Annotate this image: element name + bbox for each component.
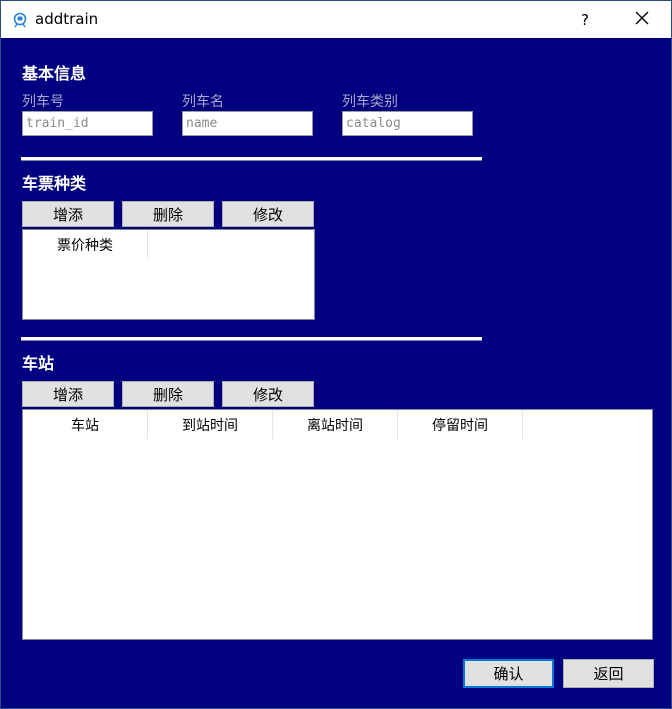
station-edit-button[interactable]: 修改: [222, 381, 314, 407]
ticket-types-header: 票价种类: [23, 230, 148, 259]
ticket-types-table[interactable]: 票价种类: [22, 229, 315, 320]
close-button[interactable]: [614, 1, 670, 38]
train-catalog-label: 列车类别: [342, 94, 398, 110]
window-title: addtrain: [35, 10, 99, 28]
basic-info-heading: 基本信息: [22, 64, 87, 83]
separator-1: [21, 157, 482, 160]
train-app-icon: [12, 12, 28, 28]
stations-header: 车站 到站时间 离站时间 停留时间: [23, 410, 523, 439]
help-button[interactable]: ?: [557, 1, 613, 38]
dialog-body: 基本信息 列车号 列车名 列车类别 车票种类 增添 删除 修改 票价种类 车站 …: [1, 38, 671, 708]
close-icon: [635, 11, 649, 29]
back-button[interactable]: 返回: [563, 659, 654, 688]
train-name-input[interactable]: [182, 111, 313, 136]
column-header-stop-time[interactable]: 停留时间: [398, 410, 523, 439]
help-icon: ?: [581, 10, 589, 29]
confirm-button[interactable]: 确认: [463, 659, 554, 688]
addtrain-dialog: addtrain ? 基本信息 列车号 列车名 列车类别 车票种类 增添 删除 …: [0, 0, 672, 709]
title-bar: addtrain ?: [1, 1, 671, 38]
train-catalog-input[interactable]: [342, 111, 473, 136]
separator-2: [21, 337, 482, 340]
column-header-arrival-time[interactable]: 到站时间: [148, 410, 273, 439]
train-id-label: 列车号: [22, 94, 64, 110]
station-delete-button[interactable]: 删除: [122, 381, 214, 407]
station-add-button[interactable]: 增添: [22, 381, 114, 407]
column-header-station[interactable]: 车站: [23, 410, 148, 439]
stations-heading: 车站: [22, 354, 55, 373]
train-name-label: 列车名: [182, 94, 224, 110]
column-header-departure-time[interactable]: 离站时间: [273, 410, 398, 439]
train-id-input[interactable]: [22, 111, 153, 136]
ticket-types-heading: 车票种类: [22, 174, 87, 193]
ticket-delete-button[interactable]: 删除: [122, 201, 214, 227]
column-header-fare-type[interactable]: 票价种类: [23, 230, 148, 259]
ticket-add-button[interactable]: 增添: [22, 201, 114, 227]
ticket-edit-button[interactable]: 修改: [222, 201, 314, 227]
stations-table[interactable]: 车站 到站时间 离站时间 停留时间: [22, 409, 653, 640]
